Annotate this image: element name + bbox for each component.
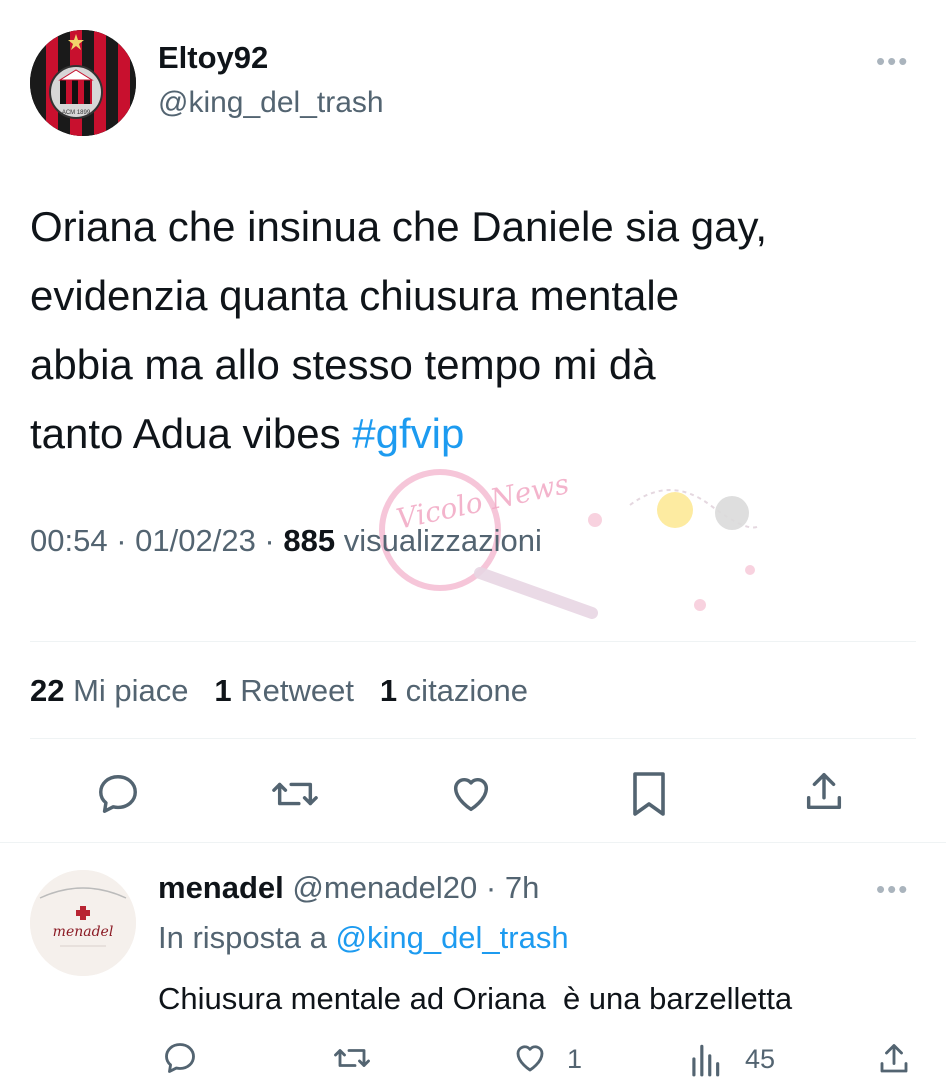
- bookmark-icon[interactable]: [628, 770, 670, 818]
- views-count[interactable]: 885: [283, 523, 335, 558]
- tweet-meta: 00:54 · 01/02/23 · 885 visualizzazioni: [30, 523, 542, 559]
- in-reply-prefix: In risposta a: [158, 920, 336, 955]
- reply-text: Chiusura mentale ad Oriana è una barzell…: [158, 981, 793, 1016]
- quotes-label: citazione: [397, 673, 529, 708]
- like-icon[interactable]: [447, 771, 495, 817]
- views-label: visualizzazioni: [335, 523, 542, 558]
- tweet-text-line: evidenzia quanta chiusura mentale: [30, 272, 680, 319]
- meta-separator: ·: [107, 523, 136, 558]
- likes-label: Mi piace: [64, 673, 189, 708]
- more-options-icon[interactable]: •••: [876, 48, 909, 74]
- likes-stat[interactable]: 22 Mi piace: [30, 673, 189, 708]
- divider: [30, 641, 916, 642]
- menadel-logo-icon: menadel: [30, 870, 136, 976]
- tweet-text-segment: tanto Adua vibes: [30, 410, 353, 457]
- tweet-time[interactable]: 00:54: [30, 523, 108, 558]
- author-name[interactable]: Eltoy92: [158, 40, 268, 76]
- retweets-stat[interactable]: 1 Retweet: [214, 673, 354, 708]
- reply-time[interactable]: 7h: [505, 870, 539, 905]
- divider: [30, 738, 916, 739]
- reply-author-handle[interactable]: @menadel20: [292, 870, 477, 905]
- likes-count: 22: [30, 673, 65, 708]
- divider: [0, 842, 946, 843]
- tweet-text: Oriana che insinua che Daniele sia gay, …: [30, 192, 930, 468]
- quotes-stat[interactable]: 1 citazione: [380, 673, 528, 708]
- acmilan-logo-icon: ACM 1899: [30, 30, 136, 136]
- reply-more-options-icon[interactable]: •••: [876, 876, 909, 902]
- meta-separator: ·: [255, 523, 284, 558]
- retweets-count: 1: [214, 673, 232, 708]
- reply-icon[interactable]: [95, 771, 141, 817]
- tweet-text-line: tanto Adua vibes #gfvip: [30, 399, 930, 468]
- author-avatar[interactable]: ACM 1899: [30, 30, 136, 136]
- reply-author-name[interactable]: menadel: [158, 870, 284, 905]
- tweet-text-line: abbia ma allo stesso tempo mi dà: [30, 341, 656, 388]
- tweet-date[interactable]: 01/02/23: [135, 523, 256, 558]
- tweet-stats: 22 Mi piace 1 Retweet 1 citazione: [30, 673, 528, 709]
- reply-like-count: 1: [567, 1044, 583, 1074]
- author-handle[interactable]: @king_del_trash: [158, 86, 384, 120]
- reply-author-avatar[interactable]: menadel: [30, 870, 136, 976]
- reply-like-icon[interactable]: [510, 1040, 550, 1076]
- reply-views-count: 45: [745, 1044, 776, 1074]
- reply-reply-icon[interactable]: [162, 1040, 198, 1076]
- meta-separator: ·: [477, 870, 505, 905]
- hashtag-link[interactable]: #gfvip: [352, 410, 464, 457]
- reply-retweet-icon[interactable]: [332, 1040, 372, 1076]
- reply-header: menadel @menadel20 · 7h: [158, 870, 539, 906]
- retweet-icon[interactable]: [270, 771, 320, 817]
- reply-avatar-text: menadel: [53, 924, 114, 940]
- reply-share-icon[interactable]: [876, 1040, 912, 1078]
- retweets-label: Retweet: [231, 673, 354, 708]
- in-reply-handle-link[interactable]: @king_del_trash: [335, 920, 568, 955]
- quotes-count: 1: [379, 673, 398, 708]
- avatar-badge-text: ACM 1899: [62, 110, 91, 116]
- in-reply-to: In risposta a @king_del_trash: [158, 920, 569, 956]
- share-icon[interactable]: [801, 768, 847, 816]
- reply-views-icon[interactable]: [688, 1040, 722, 1078]
- tweet-text-line: Oriana che insinua che Daniele sia gay,: [30, 203, 767, 250]
